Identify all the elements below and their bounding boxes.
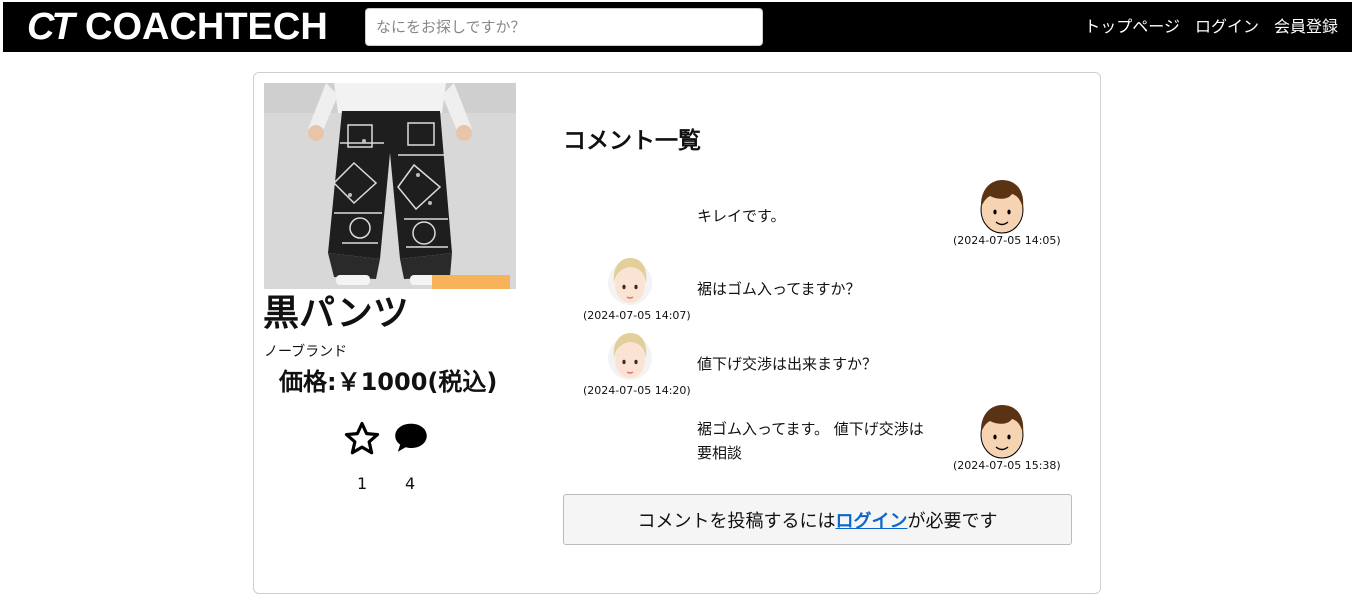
like-count: 1: [357, 474, 368, 493]
nav-register[interactable]: 会員登録: [1274, 16, 1338, 38]
comment-timestamp: (2024-07-05 15:38): [953, 459, 1061, 472]
comment-text: 値下げ交渉は出来ますか？: [697, 355, 878, 373]
search-input[interactable]: [365, 8, 763, 46]
comment-login-prompt: コメントを投稿するには ログイン が必要です: [563, 494, 1072, 545]
product-brand: ノーブランド: [264, 344, 348, 360]
woman-avatar-icon: [606, 328, 654, 384]
nav-login[interactable]: ログイン: [1195, 16, 1259, 38]
comment-text: 裾ゴム入ってます。 値下げ交渉は要相談: [697, 420, 924, 462]
login-prompt-after: が必要です: [907, 510, 998, 532]
comment-text: キレイです。: [697, 207, 786, 225]
comment-bubble-icon[interactable]: [393, 421, 429, 455]
comments-heading: コメント一覧: [563, 128, 701, 154]
product-image: [264, 83, 516, 289]
site-header: CT COACHTECH トップページ ログイン 会員登録: [3, 2, 1352, 52]
comment-timestamp: (2024-07-05 14:20): [583, 384, 691, 397]
coachtech-logo[interactable]: CT COACHTECH: [27, 8, 328, 46]
product-name: 黒パンツ: [263, 293, 409, 334]
logo-text: COACHTECH: [85, 6, 328, 48]
man-avatar-icon: [978, 403, 1026, 459]
favorite-star-icon[interactable]: [343, 420, 381, 458]
comment-timestamp: (2024-07-05 14:05): [953, 234, 1061, 247]
logo-mark: CT: [27, 6, 75, 48]
comment-text: 裾はゴム入ってますか？: [697, 280, 861, 298]
login-prompt-before: コメントを投稿するには: [637, 510, 836, 532]
header-nav: トップページ ログイン 会員登録: [1084, 16, 1338, 38]
login-link[interactable]: ログイン: [836, 507, 908, 533]
comment-timestamp: (2024-07-05 14:07): [583, 309, 691, 322]
product-price: 価格:￥1000(税込): [279, 368, 498, 396]
comment-count: 4: [405, 474, 416, 493]
nav-top-page[interactable]: トップページ: [1084, 16, 1180, 38]
man-avatar-icon: [978, 178, 1026, 234]
woman-avatar-icon: [606, 253, 654, 309]
